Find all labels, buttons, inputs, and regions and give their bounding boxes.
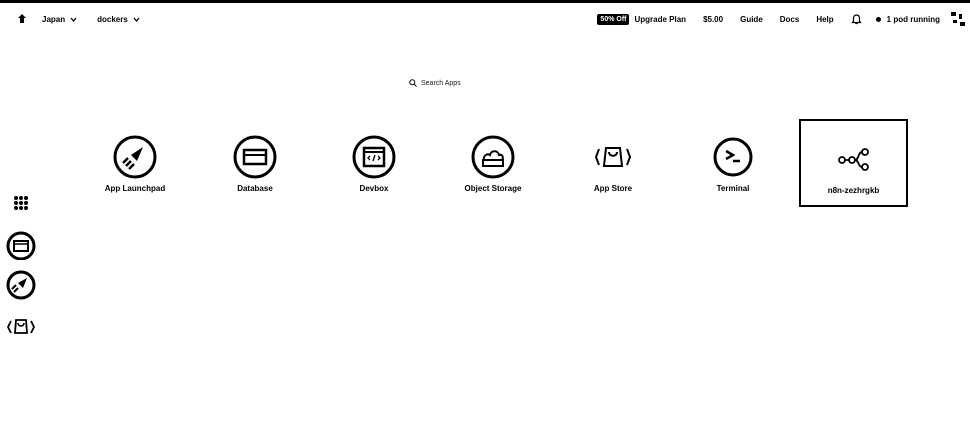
search-apps[interactable]: Search Apps bbox=[409, 79, 461, 87]
app-store-icon[interactable] bbox=[6, 312, 36, 342]
rocket-icon[interactable] bbox=[6, 270, 36, 300]
app-label: Database bbox=[237, 184, 273, 193]
app-label: Object Storage bbox=[464, 184, 522, 193]
upgrade-plan-link[interactable]: Upgrade Plan bbox=[634, 15, 686, 24]
database-tile[interactable]: Database bbox=[201, 119, 309, 207]
docs-link[interactable]: Docs bbox=[780, 15, 800, 24]
workspace-label: dockers bbox=[97, 14, 128, 24]
app-label: Terminal bbox=[716, 184, 750, 193]
chevron-down-icon bbox=[70, 17, 77, 22]
object-storage-tile[interactable]: Object Storage bbox=[439, 119, 547, 207]
search-icon bbox=[409, 79, 417, 87]
avatar[interactable] bbox=[950, 11, 966, 27]
devbox-tile[interactable]: Devbox bbox=[320, 119, 428, 207]
balance[interactable]: $5.00 bbox=[703, 15, 723, 24]
n8n-app-tile[interactable]: n8n-zezhrgkb bbox=[799, 119, 908, 207]
pod-status-label: 1 pod running bbox=[886, 14, 940, 24]
top-bar-left: Japan dockers bbox=[16, 13, 160, 25]
region-label: Japan bbox=[42, 14, 66, 24]
apps-grid-icon[interactable] bbox=[6, 188, 36, 218]
rocket-icon bbox=[113, 135, 157, 179]
app-store-icon bbox=[594, 147, 632, 167]
workflow-icon bbox=[837, 148, 869, 171]
terminal-icon bbox=[713, 137, 753, 177]
app-label: Devbox bbox=[359, 184, 389, 193]
app-label: n8n-zezhrgkb bbox=[827, 186, 880, 195]
cloud-storage-icon bbox=[471, 135, 515, 179]
status-dot bbox=[875, 16, 881, 22]
discount-badge[interactable]: 50% Off bbox=[597, 13, 630, 25]
top-bar: Japan dockers 50% Off Upgrade Plan $5.00… bbox=[0, 3, 970, 35]
search-label: Search Apps bbox=[421, 79, 461, 87]
database-icon bbox=[233, 135, 277, 179]
pod-status[interactable]: 1 pod running bbox=[875, 14, 940, 24]
app-store-tile[interactable]: App Store bbox=[559, 119, 667, 207]
app-label: App Launchpad bbox=[104, 184, 166, 193]
workspace-dropdown[interactable]: dockers bbox=[97, 15, 140, 24]
top-bar-right: 50% Off Upgrade Plan $5.00 Guide Docs He… bbox=[597, 3, 970, 35]
guide-link[interactable]: Guide bbox=[740, 15, 763, 24]
logo-icon[interactable] bbox=[16, 13, 28, 25]
help-link[interactable]: Help bbox=[816, 15, 833, 24]
terminal-tile[interactable]: Terminal bbox=[679, 119, 787, 207]
chevron-down-icon bbox=[133, 17, 140, 22]
app-label: App Store bbox=[593, 184, 633, 193]
app-launchpad-tile[interactable]: App Launchpad bbox=[81, 119, 189, 207]
devbox-icon bbox=[352, 135, 396, 179]
bell-icon[interactable] bbox=[851, 13, 862, 25]
region-dropdown[interactable]: Japan bbox=[42, 15, 77, 24]
database-icon[interactable] bbox=[6, 230, 36, 260]
